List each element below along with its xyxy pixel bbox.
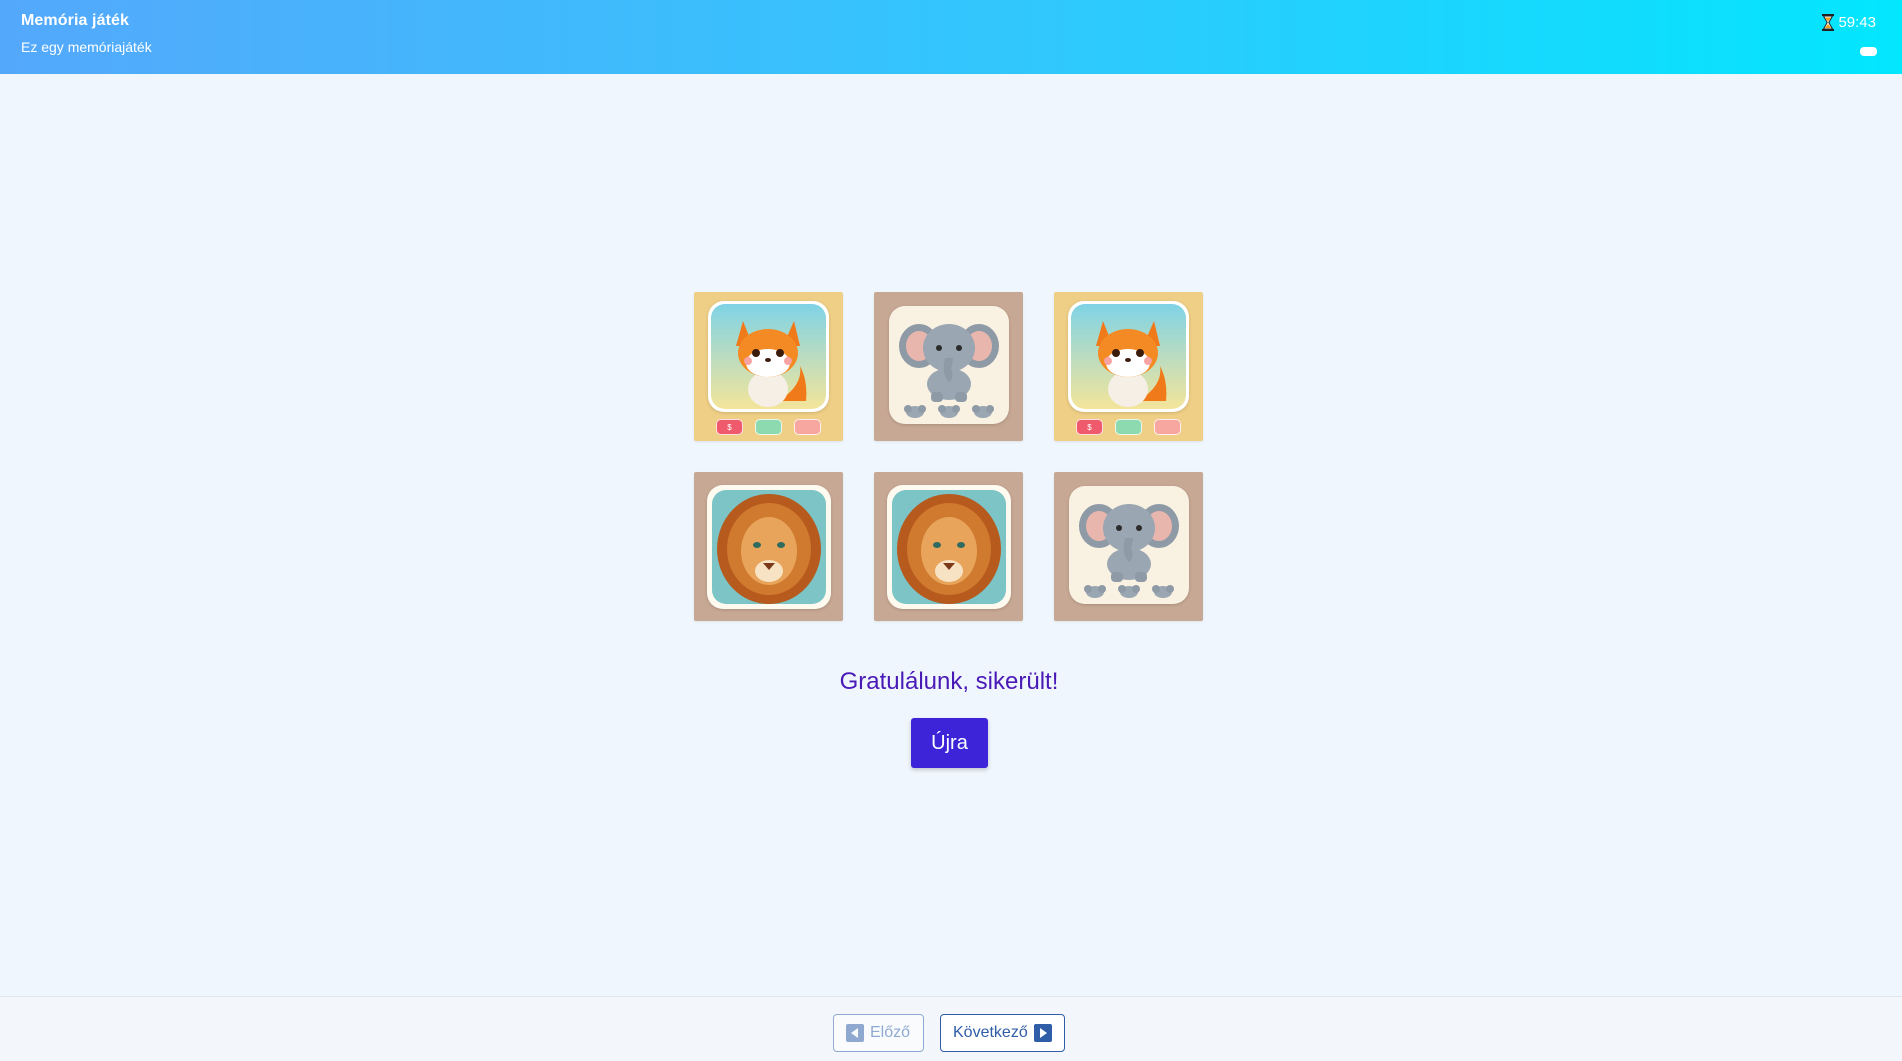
lion-icon [712,490,826,604]
memory-card[interactable] [874,472,1023,621]
memory-card[interactable] [1054,472,1203,621]
card-frame [707,485,831,609]
footer-nav: Előző Következő [0,996,1902,1061]
memory-card[interactable]: $ [694,292,843,441]
mini-elephants [874,403,1023,419]
prev-label: Előző [870,1024,911,1041]
elephant-icon [903,405,926,418]
prev-button[interactable]: Előző [833,1014,924,1052]
badge-red: $ [716,419,743,435]
page-title: Memória játék [21,12,130,29]
fox-icon [711,304,826,409]
badge-green [1115,419,1142,435]
badge-pink [794,419,821,435]
arrow-left-icon [846,1024,864,1042]
elephant-icon [1151,585,1174,598]
next-button[interactable]: Következő [940,1014,1065,1052]
memory-card[interactable] [874,292,1023,441]
elephant-icon [1083,585,1106,598]
elephant-icon [937,405,960,418]
fox-icon [1071,304,1186,409]
card-badges: $ [1054,419,1203,435]
badge-green [755,419,782,435]
card-frame [708,301,829,412]
app-header: Memória játék Ez egy memóriajáték 59:43 [0,0,1902,74]
memory-card[interactable]: $ [1054,292,1203,441]
badge-pink [1154,419,1181,435]
arrow-right-icon [1033,1024,1052,1042]
next-label: Következő [953,1024,1028,1041]
card-frame [887,485,1011,609]
success-message: Gratulálunk, sikerült! [839,668,1059,695]
card-frame [1068,301,1189,412]
menu-toggle[interactable] [1860,47,1877,56]
badge-red: $ [1076,419,1103,435]
hourglass-icon [1822,14,1835,31]
timer: 59:43 [1822,14,1876,31]
card-badges: $ [694,419,843,435]
mini-elephants [1054,583,1203,599]
timer-value: 59:43 [1838,14,1876,31]
elephant-icon [971,405,994,418]
card-grid: $ $ [694,292,1203,621]
memory-card[interactable] [694,472,843,621]
retry-button[interactable]: Újra [911,718,988,768]
page-subtitle: Ez egy memóriajáték [21,39,152,55]
lion-icon [892,490,1006,604]
elephant-icon [1117,585,1140,598]
